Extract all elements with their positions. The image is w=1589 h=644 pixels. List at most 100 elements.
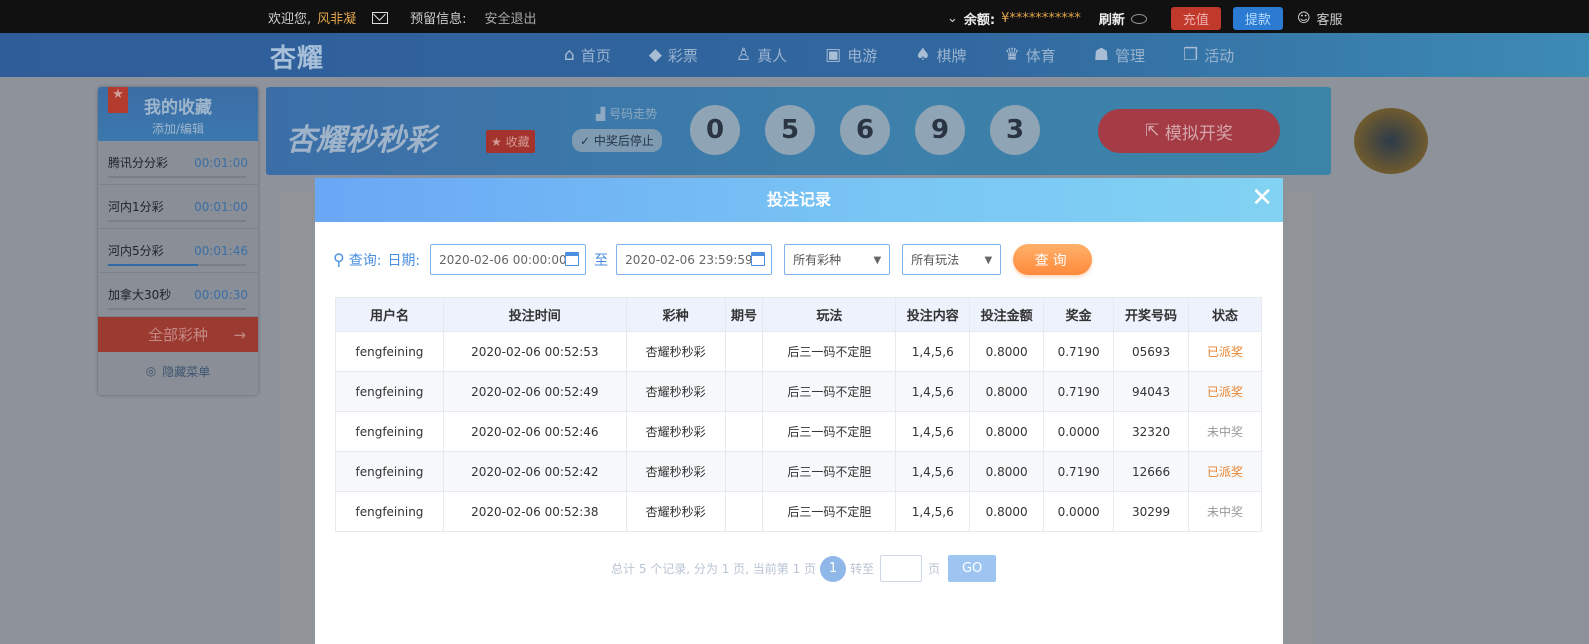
current-page-button[interactable]: 1 <box>820 555 847 582</box>
modal-header: 投注记录 ✕ <box>315 178 1283 222</box>
eye-slash-icon: ◎ <box>145 364 157 378</box>
nav-item-events[interactable]: ❒ 活动 <box>1183 45 1234 66</box>
column-header: 开奖号码 <box>1113 297 1190 332</box>
cell-issue <box>724 331 764 372</box>
cell-lottery: 杏耀秒秒彩 <box>625 411 726 452</box>
all-lotteries-button[interactable]: 全部彩种 → <box>98 317 258 352</box>
stop-on-win-toggle[interactable]: ✓ 中奖后停止 <box>572 129 662 152</box>
cell-status[interactable]: 已派奖 <box>1188 331 1262 372</box>
play-select[interactable]: 所有玩法 ▼ <box>902 244 1002 275</box>
trend-link[interactable]: ▟ 号码走势 <box>596 105 657 122</box>
refresh-button[interactable]: 刷新 <box>1099 9 1125 28</box>
column-header: 投注金额 <box>969 297 1045 332</box>
favorite-button[interactable]: ★ 收藏 <box>486 130 535 153</box>
date-from-value: 2020-02-06 00:00:00 <box>439 252 567 267</box>
nav-item-cards[interactable]: ♠ 棋牌 <box>915 45 966 66</box>
favorite-item[interactable]: 河内5分彩 00:01:46 <box>98 229 258 273</box>
favorite-item[interactable]: 腾讯分分彩 00:01:00 <box>98 141 258 185</box>
favorites-edit-link[interactable]: 添加/编辑 <box>98 120 258 137</box>
table-row[interactable]: fengfeining 2020-02-06 00:52:49 杏耀秒秒彩 后三… <box>335 371 1262 412</box>
close-icon[interactable]: ✕ <box>1251 178 1273 218</box>
nav-label: 体育 <box>1025 46 1056 65</box>
column-header: 玩法 <box>762 297 897 332</box>
cell-status[interactable]: 已派奖 <box>1188 371 1262 412</box>
cell-draw-number: 30299 <box>1113 491 1190 532</box>
hide-menu-label: 隐藏菜单 <box>162 364 211 379</box>
game-title: 杏耀秒秒彩 <box>286 123 436 158</box>
group-icon: ☗ <box>1093 45 1110 65</box>
column-header: 用户名 <box>335 297 444 332</box>
nav-item-slots[interactable]: ▣ 电游 <box>825 45 877 66</box>
nav-label: 活动 <box>1204 46 1235 65</box>
query-button[interactable]: 查询 <box>1013 244 1093 275</box>
username[interactable]: 风非凝 <box>317 8 356 27</box>
draw-ball: 6 <box>840 105 890 155</box>
nav-label: 首页 <box>580 46 611 65</box>
mail-icon[interactable] <box>372 11 389 24</box>
nav-item-manage[interactable]: ☗ 管理 <box>1094 45 1145 66</box>
recharge-button[interactable]: 充值 <box>1170 7 1221 30</box>
draw-ball: 9 <box>915 105 965 155</box>
customer-service-icon[interactable]: ☺ <box>1297 11 1311 26</box>
favorite-item[interactable]: 加拿大30秒 00:00:30 <box>98 273 258 317</box>
goto-label: 转至 <box>850 562 875 576</box>
cell-play: 后三一码不定胆 <box>762 491 897 532</box>
stop-on-win-label: 中奖后停止 <box>593 134 654 148</box>
game-banner: 杏耀秒秒彩 ★ 收藏 ▟ 号码走势 ✓ 中奖后停止 0 5 6 9 3 ⇱ 模拟… <box>266 87 1331 175</box>
favorite-name: 河内1分彩 <box>108 200 164 214</box>
favorite-timer: 00:01:00 <box>194 199 248 214</box>
cell-status[interactable]: 已派奖 <box>1188 451 1262 492</box>
cell-status: 未中奖 <box>1188 491 1262 532</box>
nav-item-sports[interactable]: ♛ 体育 <box>1005 45 1056 66</box>
cell-lottery: 杏耀秒秒彩 <box>625 491 726 532</box>
cell-content: 1,4,5,6 <box>895 411 971 452</box>
logout-link[interactable]: 安全退出 <box>485 8 537 27</box>
nav-item-live[interactable]: ♙ 真人 <box>736 45 787 66</box>
table-row[interactable]: fengfeining 2020-02-06 00:52:53 杏耀秒秒彩 后三… <box>335 331 1262 372</box>
date-to-input[interactable]: 2020-02-06 23:59:59 <box>616 244 773 275</box>
cell-amount: 0.8000 <box>969 491 1045 532</box>
favorite-item[interactable]: 河内1分彩 00:01:00 <box>98 185 258 229</box>
cursor-icon: ⇱ <box>1145 121 1160 141</box>
play-select-value: 所有玩法 <box>911 253 960 267</box>
trophy-icon: ♛ <box>1004 45 1020 65</box>
favorites-header: ★ 我的收藏 添加/编辑 <box>98 87 258 141</box>
hide-menu-button[interactable]: ◎ 隐藏菜单 <box>98 352 258 390</box>
table-row[interactable]: fengfeining 2020-02-06 00:52:42 杏耀秒秒彩 后三… <box>335 451 1262 492</box>
calendar-icon[interactable] <box>751 252 766 266</box>
date-from-input[interactable]: 2020-02-06 00:00:00 <box>430 244 587 275</box>
simulate-draw-button[interactable]: ⇱ 模拟开奖 <box>1098 109 1280 153</box>
pagination-summary: 总计 5 个记录, 分为 1 页, 当前第 1 页 <box>611 562 817 576</box>
cell-amount: 0.8000 <box>969 411 1045 452</box>
search-icon: ⚲ <box>333 250 345 269</box>
page-unit-label: 页 <box>928 562 941 576</box>
calendar-icon[interactable] <box>565 252 580 266</box>
column-header: 奖金 <box>1043 297 1115 332</box>
go-button[interactable]: GO <box>948 555 997 582</box>
eye-icon[interactable] <box>1130 13 1147 24</box>
withdraw-button[interactable]: 提款 <box>1232 7 1283 30</box>
table-row[interactable]: fengfeining 2020-02-06 00:52:46 杏耀秒秒彩 后三… <box>335 411 1262 452</box>
cell-amount: 0.8000 <box>969 371 1045 412</box>
favorite-progress <box>108 220 246 222</box>
cell-prize: 0.0000 <box>1043 491 1115 532</box>
nav-item-lottery[interactable]: ◆ 彩票 <box>649 45 698 66</box>
gift-icon: ❒ <box>1183 45 1199 65</box>
cell-draw-number: 94043 <box>1113 371 1190 412</box>
chevron-down-icon[interactable]: ⌄ <box>947 11 958 26</box>
page-number-input[interactable] <box>880 555 923 582</box>
lottery-select[interactable]: 所有彩种 ▼ <box>784 244 891 275</box>
star-icon: ★ <box>108 87 128 113</box>
welcome-text: 欢迎您, <box>268 12 312 27</box>
nav-label: 棋牌 <box>936 46 967 65</box>
draw-ball: 5 <box>765 105 815 155</box>
cell-issue <box>724 491 764 532</box>
draw-balls: 0 5 6 9 3 <box>690 105 1040 155</box>
customer-service-link[interactable]: 客服 <box>1317 9 1343 28</box>
logo[interactable]: 杏耀 <box>270 38 324 75</box>
table-row[interactable]: fengfeining 2020-02-06 00:52:38 杏耀秒秒彩 后三… <box>335 491 1262 532</box>
column-header: 状态 <box>1188 297 1262 332</box>
cell-prize: 0.0000 <box>1043 411 1115 452</box>
caret-down-icon: ▼ <box>873 255 882 266</box>
nav-item-home[interactable]: ⌂ 首页 <box>564 45 611 66</box>
